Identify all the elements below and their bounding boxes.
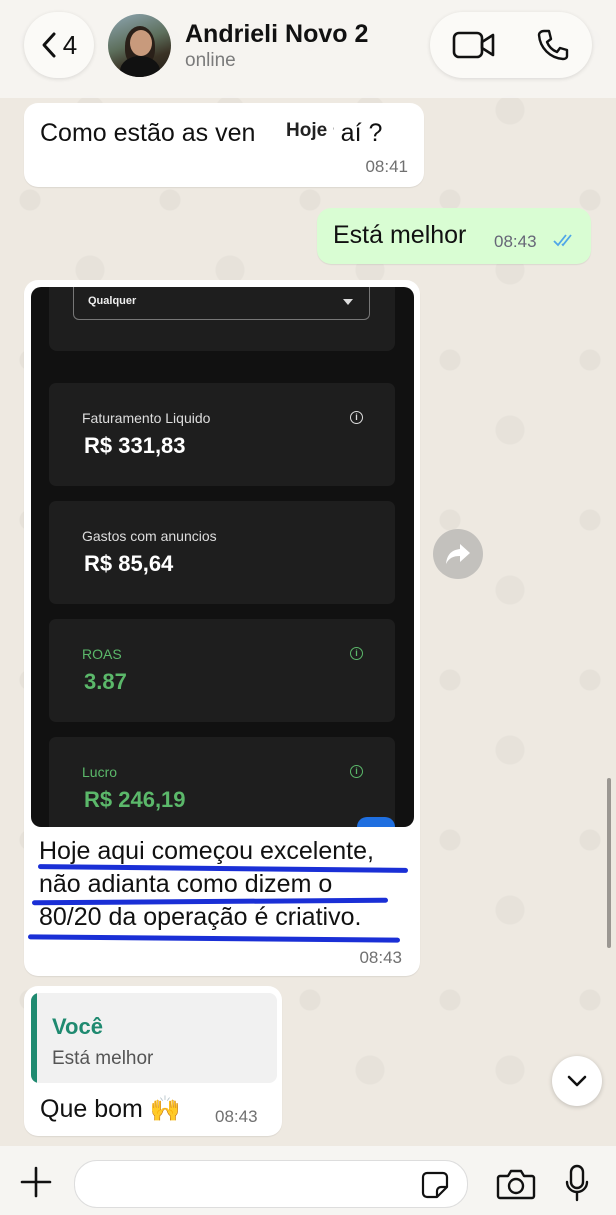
stat-card: Lucro R$ 246,19 i <box>49 737 395 827</box>
floating-button-peek <box>357 817 395 827</box>
sticker-icon[interactable] <box>421 1171 449 1199</box>
message-text: Que bom 🙌 <box>40 1095 181 1123</box>
chat-header: 4 Andrieli Novo 2 online <box>0 0 616 98</box>
outgoing-message[interactable]: Está melhor 08:43 <box>317 208 591 264</box>
filter-dropdown: Qualquer <box>73 287 370 320</box>
incoming-image-message[interactable]: Qualquer Faturamento Liquido R$ 331,83 i… <box>24 280 420 976</box>
message-time: 08:43 <box>494 232 537 251</box>
stat-card: Faturamento Liquido R$ 331,83 i <box>49 383 395 486</box>
message-time: 08:43 <box>215 1107 258 1126</box>
underline-mark <box>27 934 401 943</box>
forward-icon <box>446 544 470 564</box>
quoted-message[interactable]: Você Está melhor <box>31 993 277 1083</box>
info-icon: i <box>350 765 363 778</box>
message-time: 08:41 <box>365 157 408 176</box>
composer-bar <box>0 1146 616 1215</box>
reply-message[interactable]: Você Está melhor Que bom 🙌 08:43 <box>24 986 282 1136</box>
message-time: 08:43 <box>359 948 402 967</box>
double-check-icon <box>553 234 572 247</box>
dropdown-arrow-icon <box>343 299 353 305</box>
video-call-icon[interactable] <box>452 30 496 60</box>
message-caption: Hoje aqui começou excelente, não adianta… <box>39 837 374 931</box>
filter-card: Qualquer <box>49 287 395 351</box>
date-chip: Hoje <box>280 117 334 145</box>
incoming-message[interactable]: Como estão as ven r aí ? 08:41 <box>24 103 424 187</box>
scrollbar[interactable] <box>607 778 611 948</box>
quote-accent-bar <box>31 993 37 1083</box>
call-actions <box>430 12 592 78</box>
message-input[interactable] <box>74 1160 468 1208</box>
plus-icon[interactable] <box>20 1166 52 1198</box>
chevron-down-icon <box>567 1075 587 1087</box>
phone-icon[interactable] <box>536 28 570 62</box>
stat-card: Gastos com anuncios R$ 85,64 <box>49 501 395 604</box>
stat-card: ROAS 3.87 i <box>49 619 395 722</box>
mic-icon[interactable] <box>565 1164 589 1202</box>
message-text: Está melhor <box>333 221 467 249</box>
back-button[interactable]: 4 <box>24 12 94 78</box>
info-icon: i <box>350 647 363 660</box>
info-icon: i <box>350 411 363 424</box>
camera-icon[interactable] <box>496 1168 536 1200</box>
contact-status: online <box>185 50 236 71</box>
forward-button[interactable] <box>433 529 483 579</box>
attached-screenshot[interactable]: Qualquer Faturamento Liquido R$ 331,83 i… <box>31 287 414 827</box>
quote-author: Você <box>52 1014 103 1039</box>
avatar[interactable] <box>108 14 171 77</box>
contact-name[interactable]: Andrieli Novo 2 <box>185 20 368 49</box>
quote-text: Está melhor <box>52 1048 154 1069</box>
scroll-to-bottom-button[interactable] <box>552 1056 602 1106</box>
unread-count: 4 <box>62 29 78 60</box>
chevron-left-icon <box>42 32 56 58</box>
